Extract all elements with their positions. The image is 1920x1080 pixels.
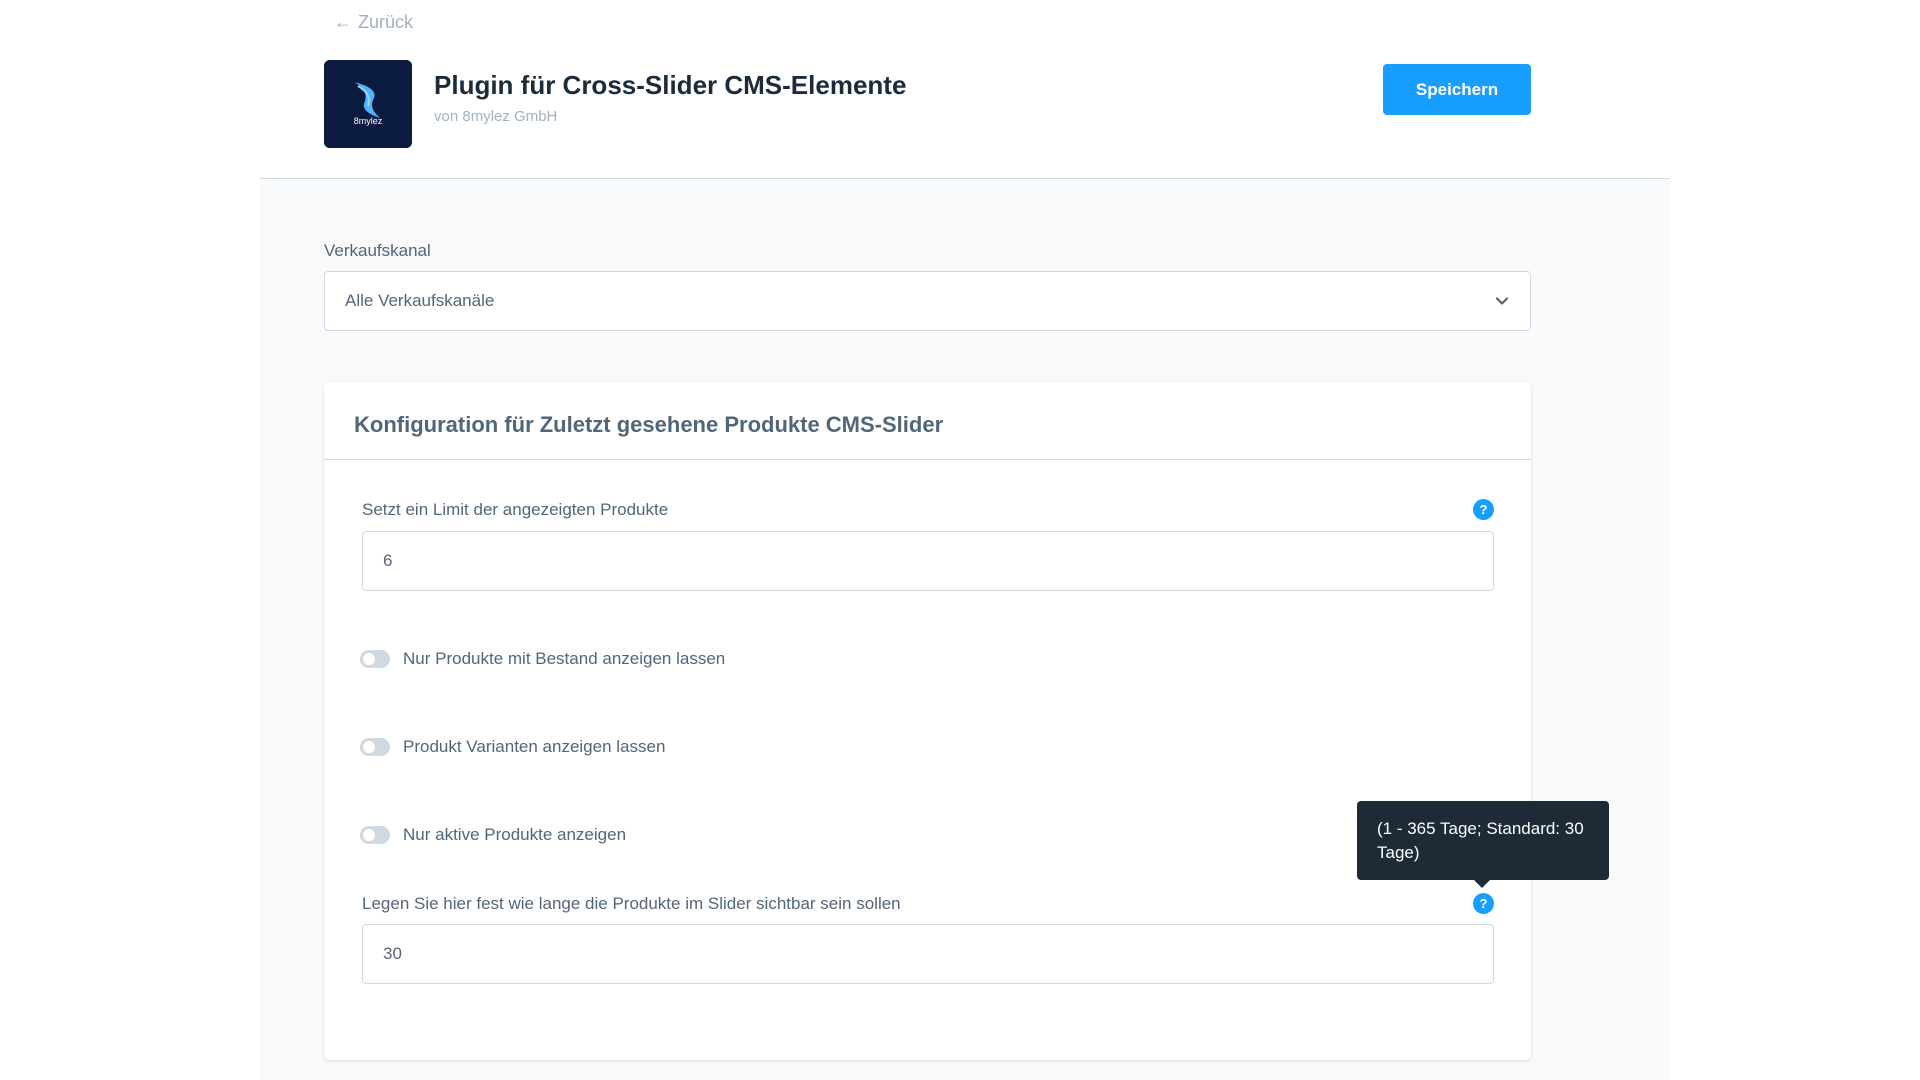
stock-toggle[interactable]	[360, 650, 390, 668]
toggle-row-stock: Nur Produkte mit Bestand anzeigen lassen	[360, 649, 725, 669]
back-label: Zurück	[358, 12, 414, 32]
plugin-logo: 8mylez	[324, 60, 412, 148]
sales-channel-value: Alle Verkaufskanäle	[345, 291, 495, 310]
stock-toggle-label: Nur Produkte mit Bestand anzeigen lassen	[403, 649, 726, 668]
chevron-down-icon	[1495, 297, 1509, 305]
limit-label: Setzt ein Limit der angezeigten Produkte	[362, 500, 669, 519]
duration-tooltip: (1 - 365 Tage; Standard: 30 Tage)	[1357, 801, 1609, 880]
duration-input[interactable]	[362, 924, 1494, 984]
active-toggle[interactable]	[360, 826, 390, 844]
variants-toggle-label: Produkt Varianten anzeigen lassen	[403, 737, 666, 756]
page-title: Plugin für Cross-Slider CMS-Elemente	[434, 70, 907, 100]
tooltip-arrow	[1474, 880, 1490, 888]
active-toggle-label: Nur aktive Produkte anzeigen	[403, 825, 627, 844]
plugin-config-page: ← Zurück 8mylez Plugin für Cross-Slider …	[0, 0, 1920, 1080]
card-header: Konfiguration für Zuletzt gesehene Produ…	[324, 382, 1531, 460]
save-button[interactable]: Speichern	[1383, 64, 1531, 115]
card-title: Konfiguration für Zuletzt gesehene Produ…	[354, 412, 944, 437]
help-icon[interactable]: ?	[1473, 893, 1494, 914]
limit-input[interactable]	[362, 531, 1494, 591]
toggle-row-active: Nur aktive Produkte anzeigen	[360, 825, 626, 845]
plugin-vendor: von 8mylez GmbH	[434, 108, 558, 125]
variants-toggle[interactable]	[360, 738, 390, 756]
toggle-row-variants: Produkt Varianten anzeigen lassen	[360, 737, 665, 757]
logo-text: 8mylez	[354, 116, 383, 126]
help-icon[interactable]: ?	[1473, 499, 1494, 520]
sales-channel-select[interactable]: Alle Verkaufskanäle	[324, 271, 1531, 331]
sales-channel-label: Verkaufskanal	[324, 241, 431, 260]
back-link[interactable]: ← Zurück	[334, 12, 413, 33]
plugin-logo-icon: 8mylez	[324, 60, 412, 148]
duration-label: Legen Sie hier fest wie lange die Produk…	[362, 894, 901, 913]
arrow-left-icon: ←	[334, 12, 352, 32]
